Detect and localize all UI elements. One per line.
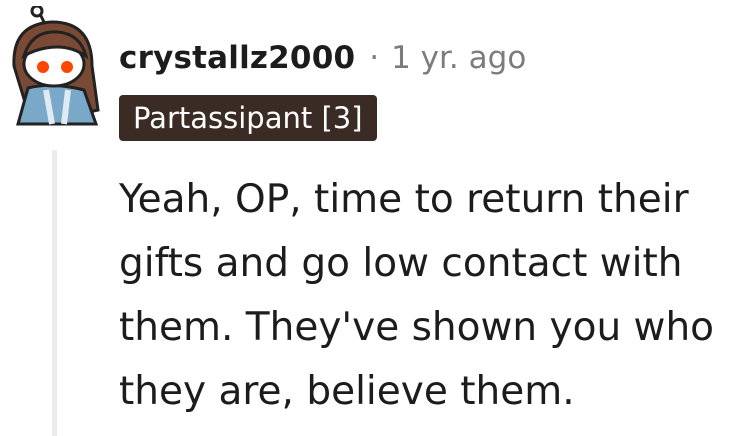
comment-header: crystallz2000 · 1 yr. ago (119, 36, 526, 80)
username[interactable]: crystallz2000 (119, 40, 355, 76)
snoo-avatar-icon (12, 4, 100, 126)
thread-line[interactable] (52, 150, 57, 436)
avatar[interactable] (6, 4, 110, 126)
separator-dot: · (369, 40, 380, 76)
user-flair-badge: Partassipant [3] (119, 95, 377, 141)
timestamp[interactable]: 1 yr. ago (391, 40, 526, 76)
comment-body: Yeah, OP, time to return their gifts and… (119, 177, 715, 414)
